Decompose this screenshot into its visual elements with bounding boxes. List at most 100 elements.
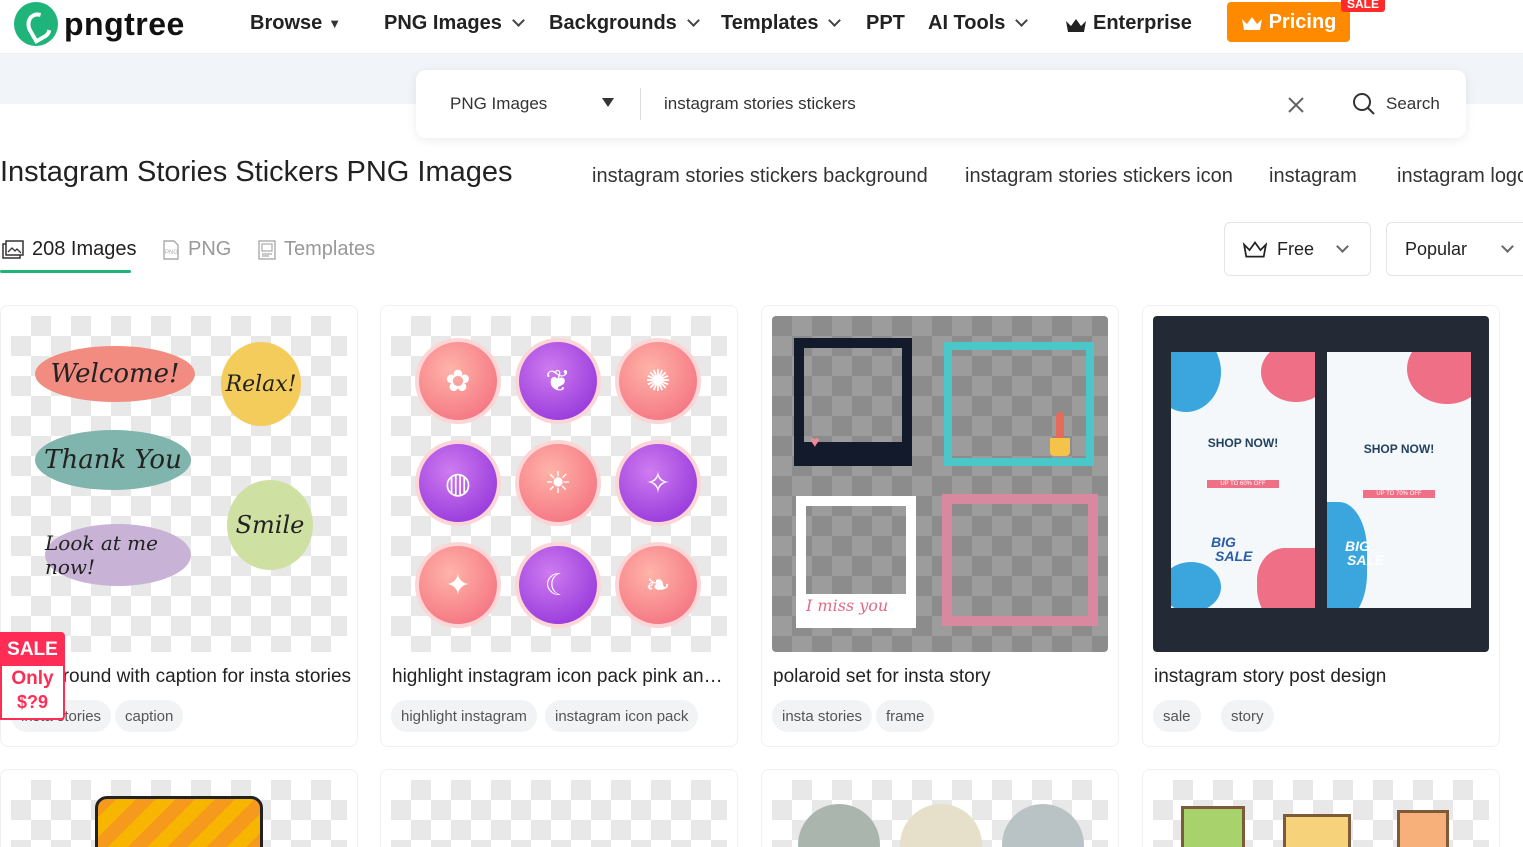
tab-images[interactable]: 208 Images (2, 238, 137, 261)
pngtree-logo[interactable]: pngtree (14, 2, 185, 46)
leaf-icon: ❦ (515, 338, 601, 424)
image-icon (2, 239, 24, 259)
card-tag[interactable]: highlight instagram (391, 700, 537, 732)
search-button-label: Search (1386, 94, 1440, 113)
promo-price-text: $?9 (16, 692, 49, 712)
sticker-thank-you: Thank You (35, 430, 191, 490)
sun-icon: ✺ (615, 338, 701, 424)
search-input[interactable] (664, 90, 1264, 118)
nav-png-images-label: PNG Images (384, 12, 502, 34)
sale-tag: SALE (1341, 0, 1386, 12)
card-thumbnail[interactable]: Welcome! Relax! Thank You Smile Look at … (11, 316, 347, 652)
logo-text: pngtree (64, 5, 185, 42)
tab-images-label: 208 Images (32, 238, 137, 260)
card-title[interactable]: highlight instagram icon pack pink and p… (392, 666, 732, 688)
search-type-select[interactable]: PNG Images (450, 94, 547, 114)
card-thumbnail[interactable] (11, 780, 347, 847)
related-search-link[interactable]: instagram logo (1397, 165, 1523, 188)
card-thumbnail[interactable] (772, 780, 1108, 847)
promo-only-text: Only (11, 668, 54, 689)
chevron-down-icon (1336, 239, 1349, 253)
nav-backgrounds-label: Backgrounds (549, 12, 677, 34)
card-thumbnail[interactable]: SHOP NOW! UP TO 60% OFF BIG SALE SHOP NO… (1153, 316, 1489, 652)
tab-templates-label: Templates (284, 238, 376, 260)
frame-pink (942, 494, 1098, 626)
active-tab-underline (0, 270, 131, 273)
nav-ppt[interactable]: PPT (866, 12, 905, 35)
related-search-link[interactable]: instagram stories stickers background (592, 165, 928, 188)
heart-icon: ♥ (810, 434, 820, 451)
chevron-down-icon (686, 14, 700, 27)
sort-label: Popular (1405, 238, 1468, 259)
crown-icon (1243, 240, 1267, 258)
card-thumbnail[interactable] (1153, 780, 1489, 847)
card-tag[interactable]: sale (1153, 700, 1201, 732)
search-divider (640, 88, 641, 120)
plant-icon (1050, 412, 1070, 458)
png-file-icon: PNG (163, 239, 179, 260)
search-button[interactable]: Search (1352, 92, 1440, 116)
card-thumbnail[interactable]: ♥ I miss you (772, 316, 1108, 652)
nav-browse-label: Browse (250, 12, 323, 34)
sunburst-icon: ☀ (515, 440, 601, 526)
search-box: PNG Images Search (416, 70, 1466, 138)
svg-text:PNG: PNG (165, 250, 178, 256)
template-icon (258, 239, 276, 260)
card-thumbnail[interactable]: ✿ ❦ ✺ ◍ ☀ ✧ ✦ ☾ ❧ (391, 316, 727, 652)
pricing-label: Pricing (1268, 10, 1337, 33)
globe-icon: ◍ (415, 440, 501, 526)
nav-ai-tools[interactable]: AI Tools (928, 12, 1029, 35)
nav-templates[interactable]: Templates (721, 12, 842, 35)
image-card[interactable]: ✿ ❦ ✺ ◍ ☀ ✧ ✦ ☾ ❧ highlight instagram ic… (380, 305, 738, 747)
license-filter-dropdown[interactable]: Free (1224, 222, 1371, 276)
chevron-down-icon (511, 14, 525, 27)
nav-browse[interactable]: Browse ▼ (250, 12, 341, 35)
sparkle-hand-icon: ✧ (615, 440, 701, 526)
poster-sale: SALE (1215, 548, 1253, 564)
sticker-smile: Smile (227, 480, 313, 570)
sticker-relax: Relax! (221, 342, 301, 426)
card-title[interactable]: instagram story post design (1154, 666, 1494, 688)
image-card[interactable] (380, 769, 738, 847)
pricing-button[interactable]: Pricing (1227, 2, 1350, 42)
image-card[interactable] (0, 769, 358, 847)
tab-templates[interactable]: Templates (258, 238, 375, 261)
nav-backgrounds[interactable]: Backgrounds (549, 12, 700, 35)
story-poster-right: SHOP NOW! UP TO 70% OFF BIG SALE (1327, 352, 1471, 608)
chevron-down-icon (1015, 14, 1029, 27)
image-card[interactable]: ♥ I miss you polaroid set for insta stor… (761, 305, 1119, 747)
card-tag[interactable]: caption (115, 700, 184, 732)
plant-circle-icon (798, 804, 880, 847)
sticker-look-at-me: Look at me now! (45, 524, 191, 586)
image-card[interactable] (761, 769, 1119, 847)
branch-icon: ❧ (615, 542, 701, 628)
caret-down-icon: ▼ (328, 16, 342, 31)
card-tag[interactable]: story (1221, 700, 1274, 732)
caret-down-icon[interactable] (602, 98, 614, 107)
card-thumbnail[interactable] (391, 780, 727, 847)
stones-circle-icon (900, 804, 982, 847)
card-tag[interactable]: frame (876, 700, 935, 732)
nav-enterprise[interactable]: Enterprise (1065, 12, 1192, 35)
related-search-link[interactable]: instagram (1269, 165, 1357, 188)
sticker-welcome: Welcome! (35, 346, 195, 402)
nav-png-images[interactable]: PNG Images (384, 12, 525, 35)
sort-dropdown[interactable]: Popular (1386, 222, 1523, 276)
poster-offer: UP TO 60% OFF (1207, 480, 1279, 488)
tab-png[interactable]: PNG PNG (162, 238, 231, 261)
nav-ppt-label: PPT (866, 12, 905, 34)
crown-icon (1241, 14, 1263, 30)
promo-sale-badge[interactable]: SALE Only $?9 (0, 632, 65, 720)
card-title[interactable]: polaroid set for insta story (773, 666, 1113, 688)
close-icon[interactable] (1286, 95, 1306, 115)
related-search-link[interactable]: instagram stories stickers icon (965, 165, 1233, 188)
moon-icon: ☾ (515, 542, 601, 628)
page-title: Instagram Stories Stickers PNG Images (0, 156, 513, 188)
shopping-bag-icon (1397, 810, 1449, 847)
image-card[interactable] (1142, 769, 1500, 847)
card-tag[interactable]: instagram icon pack (545, 700, 699, 732)
chevron-down-icon (828, 14, 842, 27)
image-card[interactable]: SHOP NOW! UP TO 60% OFF BIG SALE SHOP NO… (1142, 305, 1500, 747)
open-sign-icon (1283, 814, 1351, 847)
card-tag[interactable]: insta stories (772, 700, 873, 732)
